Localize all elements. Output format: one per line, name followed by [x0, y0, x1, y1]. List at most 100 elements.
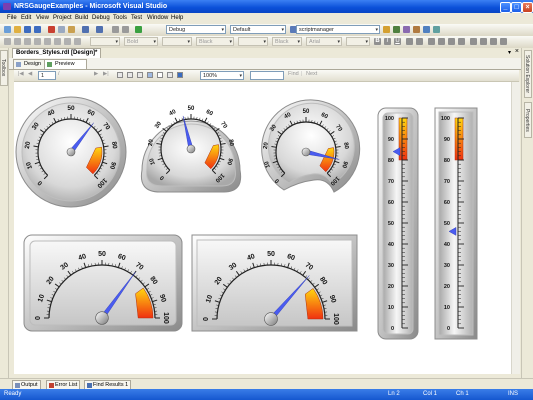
back-color2-select[interactable]: Black ▾: [272, 37, 302, 46]
object-browser-icon[interactable]: [413, 26, 420, 33]
back-icon[interactable]: [117, 72, 123, 78]
menu-file[interactable]: File: [7, 13, 17, 24]
find-combo[interactable]: scriptmanager ▾: [296, 25, 380, 34]
order-icon[interactable]: [54, 38, 61, 45]
scale-tick: [204, 117, 208, 123]
print-icon[interactable]: [147, 72, 153, 78]
align-left-icon[interactable]: [428, 38, 435, 45]
back-color-icon[interactable]: [416, 38, 423, 45]
center-icon[interactable]: [64, 38, 71, 45]
status-ready: Ready: [4, 391, 22, 397]
menu-help[interactable]: Help: [171, 13, 183, 24]
last-page-icon[interactable]: ▶|: [103, 71, 109, 77]
font-weight-select[interactable]: Bold ▾: [124, 37, 158, 46]
border-color-select[interactable]: ▾: [162, 37, 192, 46]
next-page-icon[interactable]: ▶: [94, 71, 98, 77]
underline-icon[interactable]: U: [394, 38, 401, 45]
close-button[interactable]: ×: [522, 2, 533, 13]
menu-tools[interactable]: Tools: [113, 13, 127, 24]
solution-config-select[interactable]: Debug ▾: [166, 25, 226, 34]
save-all-icon[interactable]: [34, 26, 41, 33]
toolbox-tab[interactable]: Toolbox: [0, 50, 8, 86]
tick-label: 80: [388, 158, 394, 164]
navigate-back-icon[interactable]: [112, 26, 119, 33]
save-icon[interactable]: [24, 26, 31, 33]
report-canvas: 0 10 20 30 40 50 60 70 80 90 100 0 10 20 30 40 50 60 70 80…: [14, 82, 511, 374]
find-link[interactable]: Find: [288, 71, 299, 77]
first-page-icon[interactable]: |◀: [18, 71, 24, 77]
right-tool-strip: Solution Explorer Properties: [521, 48, 533, 378]
border-top-icon[interactable]: [490, 38, 497, 45]
border-bottom-icon[interactable]: [500, 38, 507, 45]
properties-tab[interactable]: Properties: [524, 102, 532, 138]
prev-page-icon[interactable]: ◀: [28, 71, 32, 77]
find-results-icon: [87, 382, 92, 388]
properties-icon[interactable]: [403, 26, 410, 33]
find-icon[interactable]: [383, 26, 390, 33]
start-page-icon[interactable]: [433, 26, 440, 33]
back-color-select[interactable]: ▾: [238, 37, 268, 46]
menu-project[interactable]: Project: [53, 13, 72, 24]
menu-build[interactable]: Build: [75, 13, 88, 24]
font-name-select[interactable]: Arial ▾: [306, 37, 342, 46]
find-text-input[interactable]: [250, 71, 284, 80]
toolbox-icon[interactable]: [423, 26, 430, 33]
navigate-forward-icon[interactable]: [122, 26, 129, 33]
bold-icon[interactable]: B: [374, 38, 381, 45]
border-all-icon[interactable]: [480, 38, 487, 45]
italic-icon[interactable]: I: [384, 38, 391, 45]
platform-select[interactable]: Default ▾: [230, 25, 286, 34]
solution-explorer-tab[interactable]: Solution Explorer: [524, 50, 532, 98]
paste-icon[interactable]: [68, 26, 75, 33]
undo-icon[interactable]: [82, 26, 89, 33]
vertical-scrollbar[interactable]: [511, 82, 520, 374]
zoom-select[interactable]: 100% ▾: [200, 71, 244, 80]
copy-icon[interactable]: [58, 26, 65, 33]
lock-icon[interactable]: [74, 38, 81, 45]
cut-icon[interactable]: [48, 26, 55, 33]
document-tab[interactable]: Borders_Styles.rdl [Design]*: [12, 48, 102, 58]
spacing-icon[interactable]: [44, 38, 51, 45]
find-next-link[interactable]: Next: [306, 71, 317, 77]
maximize-button[interactable]: □: [511, 2, 522, 13]
new-project-icon[interactable]: [4, 26, 11, 33]
tick-label: 90: [388, 137, 394, 143]
open-icon[interactable]: [14, 26, 21, 33]
minimize-button[interactable]: _: [500, 2, 511, 13]
menu-debug[interactable]: Debug: [92, 13, 110, 24]
solution-explorer-icon[interactable]: [393, 26, 400, 33]
border-style-select[interactable]: ▾: [90, 37, 120, 46]
report-icon[interactable]: [4, 38, 11, 45]
status-ins: INS: [508, 391, 519, 397]
tick-label: 60: [444, 200, 450, 206]
start-debugging-icon[interactable]: [135, 26, 142, 33]
redo-icon[interactable]: [96, 26, 103, 33]
tick-label: 20: [388, 284, 394, 290]
export-icon[interactable]: [177, 72, 183, 78]
menu-view[interactable]: View: [36, 13, 49, 24]
page-setup-icon[interactable]: [167, 72, 173, 78]
tab-preview[interactable]: Preview: [44, 59, 87, 69]
stop-icon[interactable]: [127, 72, 133, 78]
font-size-select[interactable]: ▾: [346, 37, 370, 46]
menu-test[interactable]: Test: [131, 13, 142, 24]
justify-icon[interactable]: [458, 38, 465, 45]
close-document-icon[interactable]: ×: [515, 48, 519, 55]
menu-window[interactable]: Window: [147, 13, 168, 24]
print-layout-icon[interactable]: [157, 72, 163, 78]
fore-color-icon[interactable]: [406, 38, 413, 45]
tick-label: 0: [391, 326, 394, 332]
align-right-icon[interactable]: [448, 38, 455, 45]
tab-dropdown-icon[interactable]: ▾: [508, 49, 511, 56]
border-icon[interactable]: [470, 38, 477, 45]
grid-icon[interactable]: [14, 38, 21, 45]
refresh-icon[interactable]: [137, 72, 143, 78]
page-number-input[interactable]: 1: [38, 71, 56, 80]
tick-label: 70: [444, 179, 450, 185]
size-icon[interactable]: [34, 38, 41, 45]
align-center-icon[interactable]: [438, 38, 445, 45]
tick-label: 30: [154, 120, 163, 129]
align-icon[interactable]: [24, 38, 31, 45]
menu-edit[interactable]: Edit: [21, 13, 31, 24]
fore-color-select[interactable]: Black ▾: [196, 37, 234, 46]
